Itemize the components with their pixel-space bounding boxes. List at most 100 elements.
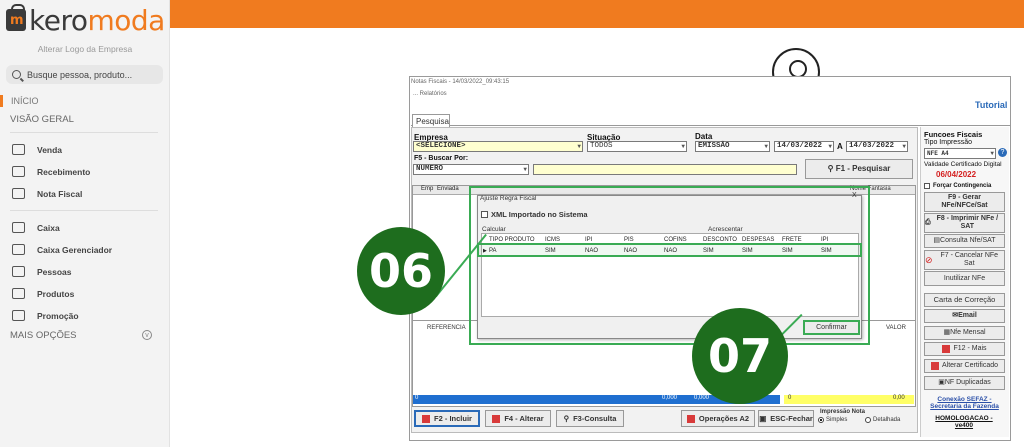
total-valor: 0,00 [893,395,905,401]
col-valor: VALOR [886,325,906,331]
binoculars-icon: ⚲ [827,164,836,173]
total-3: 0 [788,395,792,401]
bag-logo-icon: m [6,4,26,31]
impressao-label: Impressão Nota [820,409,866,415]
date-from-input[interactable]: 14/03/2022 ▼ [774,141,834,152]
manager-icon [12,244,25,255]
nav-inicio[interactable]: INÍCIO [0,95,39,107]
search-placeholder: Busque pessoa, produto... [27,69,133,80]
sidebar-item-pessoas[interactable]: Pessoas [12,266,72,277]
cancel-icon: ⊘ [925,255,933,265]
tutorial-link[interactable]: Tutorial [975,100,1007,110]
chevron-down-icon: ▼ [681,143,685,150]
confirmar-button[interactable]: Confirmar [803,320,860,335]
operacoes-a2-button[interactable]: Operações A2 [681,410,755,427]
window-menu[interactable]: ... Relatórios [413,91,447,97]
total-count: 0 [415,395,419,401]
chevron-down-icon: ▼ [577,143,581,150]
buscar-select[interactable]: NUMERO ▼ [413,164,529,175]
chevron-down-icon: ▼ [990,150,994,157]
step-badge-07: 07 [692,308,788,404]
sidebar-item-caixa-gerenciador[interactable]: Caixa Gerenciador [12,244,112,255]
sidebar-item-nota-fiscal[interactable]: Nota Fiscal [12,188,82,199]
incluir-button[interactable]: F2 - Incluir [414,410,480,427]
money-hand-icon [12,166,25,177]
sidebar-item-produtos[interactable]: Produtos [12,288,74,299]
sidebar-item-recebimento[interactable]: Recebimento [12,166,90,177]
alterar-certificado-button[interactable]: Alterar Certificado [924,359,1005,373]
search-icon [12,70,21,79]
logo-suffix: moda [87,3,165,37]
alter-logo-link[interactable]: Alterar Logo da Empresa [0,44,170,54]
data-type-select[interactable]: EMISSÃO ▼ [695,141,770,152]
nfe-icon [12,188,25,199]
ambiente-link[interactable]: HOMOLOGACAO - ve400 [928,415,1000,429]
sidebar-item-promocao[interactable]: Promoção [12,310,79,321]
tab-pesquisa[interactable]: Pesquisa [412,114,450,127]
cancelar-nfe-button[interactable]: ⊘ F7 - Cancelar NFe Sat [924,250,1005,270]
tag-icon [12,310,25,321]
pesquisar-button[interactable]: ⚲ F1 - Pesquisar [805,159,913,179]
date-separator: A [837,142,843,151]
validade-label: Validade Certificado Digital [924,161,1002,168]
logo[interactable]: m keromoda [6,3,165,37]
register-icon [12,222,25,233]
calendar-icon: ▦ [943,329,951,336]
zoom-icon: ⚲ [563,414,570,423]
step-badge-06: 06 [357,227,445,315]
imprimir-nfe-button[interactable]: ⎙ F8 - Imprimir NFe / SAT [924,213,1005,233]
logo-prefix: kero [29,3,88,37]
funcoes-title: Funcoes Fiscais [924,130,983,139]
radio-simples[interactable]: Simples [818,417,847,423]
radio-icon [818,417,824,423]
tab-bar [411,114,1011,126]
plus-icon [942,345,951,353]
radio-detalhada[interactable]: Detalhada [865,417,900,423]
buscar-label: F5 - Buscar Por: [414,155,469,162]
tipo-impressao-label: Tipo Impressão [924,139,972,146]
data-label: Data [695,132,713,141]
search-input[interactable]: Busque pessoa, produto... [6,65,163,84]
chevron-down-icon: v [142,330,152,340]
help-icon[interactable]: ? [998,148,1007,157]
carta-correcao-button[interactable]: Carta de Correção [924,293,1005,307]
total-1: 0,000 [662,395,678,401]
nav-visao-geral[interactable]: VISÃO GERAL [10,114,74,125]
gerar-nfe-button[interactable]: F9 - Gerar NFe/NFCe/Sat [924,192,1005,212]
alterar-button[interactable]: F4 - Alterar [485,410,551,427]
checkbox-icon [924,183,930,189]
edit-icon [492,414,501,423]
duplicate-icon: ▣ [938,379,945,386]
sidebar-item-caixa[interactable]: Caixa [12,222,60,233]
sefaz-link[interactable]: Conexão SEFAZ - Secretaria da Fazenda [924,396,1005,410]
chevron-down-icon: ▼ [902,143,906,150]
sidebar-item-venda[interactable]: Venda [12,144,62,155]
cart-icon [12,144,25,155]
nav-mais-opcoes[interactable]: MAIS OPÇÕES v [10,330,158,341]
validade-date: 06/04/2022 [936,170,977,179]
buscar-input[interactable] [533,164,797,175]
divider [10,210,158,211]
consulta-button[interactable]: ⚲ F3-Consulta [556,410,624,427]
certificate-icon [930,362,939,370]
nf-duplicadas-button[interactable]: ▣ NF Duplicadas [924,376,1005,390]
nfe-mensal-button[interactable]: ▦ Nfe Mensal [924,326,1005,340]
radio-icon [865,417,871,423]
empresa-select[interactable]: <SELECIONE> ▼ [413,141,583,152]
total-2: 0,000 [694,395,710,401]
tipo-impressao-select[interactable]: NFE A4 ▼ [924,148,996,159]
col-referencia: REFERENCIA [427,325,466,331]
fechar-button[interactable]: ▣ ESC-Fechar [758,410,814,427]
email-button[interactable]: ✉ Email [924,309,1005,323]
situacao-select[interactable]: TODOS ▼ [587,141,687,152]
chevron-down-icon: ▼ [828,143,832,150]
inutilizar-nfe-button[interactable]: Inutilizar NFe [924,271,1005,286]
forcar-contingencia-checkbox[interactable]: Forçar Contingencia [924,183,991,189]
date-to-input[interactable]: 14/03/2022 ▼ [846,141,908,152]
consulta-nfe-button[interactable]: ▤ Consulta Nfe/SAT [924,234,1005,248]
people-icon [12,266,25,277]
divider [10,132,158,133]
document-icon: ▤ [933,237,941,244]
mais-button[interactable]: F12 - Mais [924,342,1005,356]
add-icon [422,414,431,423]
